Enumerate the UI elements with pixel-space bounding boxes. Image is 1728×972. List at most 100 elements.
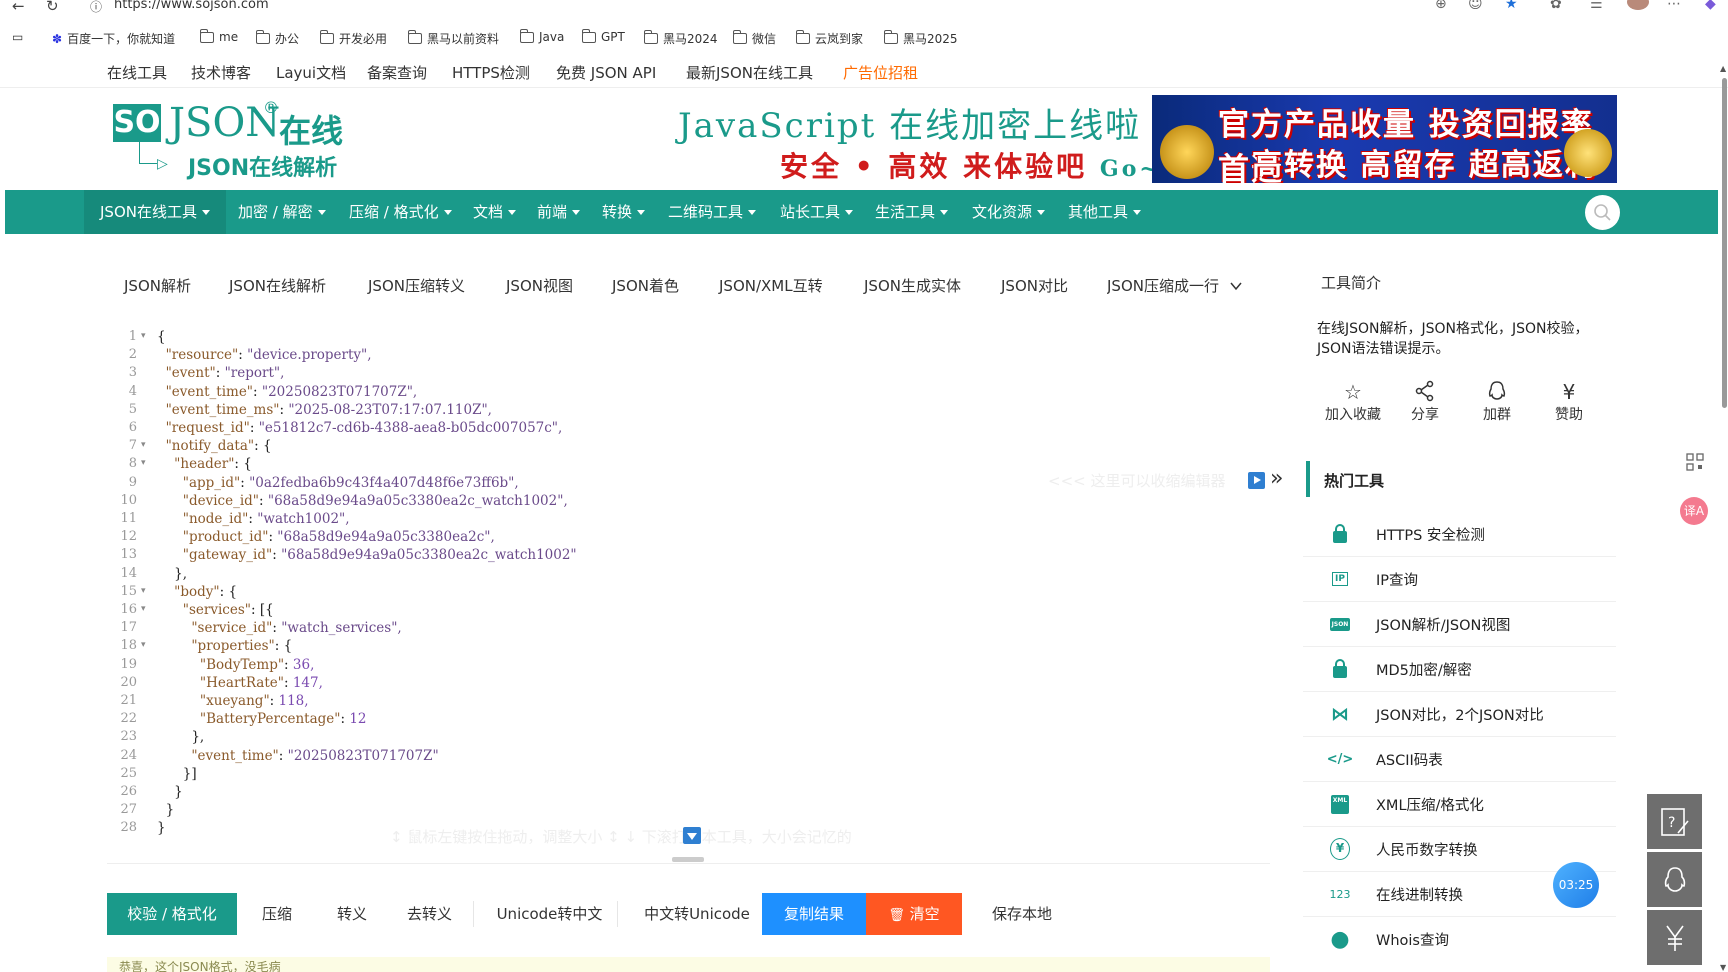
code-line[interactable]: }] xyxy=(157,765,197,783)
code-line[interactable]: "gateway_id": "68a58d9e94a9a05c3380ea2c_… xyxy=(157,546,577,564)
tab-json-color[interactable]: JSON着色 xyxy=(612,275,679,296)
nav-convert[interactable]: 转换 xyxy=(602,190,646,234)
fold-toggle-icon[interactable]: ▾ xyxy=(141,604,146,614)
reading-list-icon[interactable]: ▭ xyxy=(12,30,23,44)
hot-tool-json-diff[interactable]: ⋈ JSON对比，2个JSON对比 xyxy=(1303,692,1616,737)
scroll-up-icon[interactable]: ▲ xyxy=(1720,64,1726,73)
code-line[interactable]: "BatteryPercentage": 12 xyxy=(157,710,367,728)
timer-badge[interactable]: 03:25 xyxy=(1553,862,1599,908)
slogan-line2[interactable]: 安全 • 高效 来体验吧 Go~ xyxy=(780,145,1161,185)
nav-webmaster[interactable]: 站长工具 xyxy=(780,190,854,234)
code-line[interactable]: "device_id": "68a58d9e94a9a05c3380ea2c_w… xyxy=(157,492,568,510)
bookmark-wechat[interactable]: 微信 xyxy=(733,30,776,47)
copy-result-button[interactable]: 复制结果 xyxy=(762,893,866,935)
bookmark-gpt[interactable]: GPT xyxy=(582,28,625,44)
qq-float-button[interactable] xyxy=(1647,852,1702,907)
bookmark-yunlan[interactable]: 云岚到家 xyxy=(796,30,863,47)
more-menu-icon[interactable]: ⋯ xyxy=(1667,0,1681,12)
hot-tool-ip[interactable]: IP IP查询 xyxy=(1303,557,1616,602)
code-line[interactable]: "app_id": "0a2fedba6b9c43f4a407d48f6e73f… xyxy=(157,474,519,492)
hot-tool-ascii[interactable]: </> ASCII码表 xyxy=(1303,737,1616,782)
top-link-new-json[interactable]: 最新JSON在线工具 xyxy=(686,62,813,83)
collections-icon[interactable]: ☰ xyxy=(1590,0,1603,12)
sponsor-button[interactable]: ¥ 赞助 xyxy=(1534,380,1604,424)
nav-other[interactable]: 其他工具 xyxy=(1068,190,1142,234)
scroll-down-icon[interactable]: ▼ xyxy=(1720,963,1726,972)
compress-button[interactable]: 压缩 xyxy=(247,893,307,935)
nav-docs[interactable]: 文档 xyxy=(473,190,517,234)
json-editor[interactable]: 1 ▾ {2 "resource": "device.property", 3 "ev… xyxy=(107,328,1270,864)
nav-compress[interactable]: 压缩 / 格式化 xyxy=(349,190,452,234)
code-line[interactable]: "body": { xyxy=(157,583,237,601)
code-line[interactable]: } xyxy=(157,783,183,801)
bookmark-dev[interactable]: 开发必用 xyxy=(320,30,387,47)
zoom-icon[interactable]: ⊕ xyxy=(1435,0,1447,12)
code-line[interactable]: } xyxy=(157,801,175,819)
unicode-to-chinese-button[interactable]: Unicode转中文 xyxy=(482,893,617,935)
code-line[interactable]: "event_time_ms": "2025-08-23T07:17:07.11… xyxy=(157,401,492,419)
fold-toggle-icon[interactable]: ▾ xyxy=(141,440,146,450)
hot-tool-whois[interactable]: ● Whois查询 xyxy=(1303,917,1616,962)
unescape-button[interactable]: 去转义 xyxy=(392,893,467,935)
tab-json-online-parse[interactable]: JSON在线解析 xyxy=(229,275,326,296)
sponsor-float-button[interactable] xyxy=(1647,910,1702,965)
code-line[interactable]: "notify_data": { xyxy=(157,437,272,455)
hot-tool-md5[interactable]: MD5加密/解密 xyxy=(1303,647,1616,692)
tab-json-view[interactable]: JSON视图 xyxy=(506,275,573,296)
top-link-beian[interactable]: 备案查询 xyxy=(367,62,427,83)
ad-banner[interactable]: 官方产品收量 投资回报率首选 高转换 高留存 超高返利 xyxy=(1152,95,1617,183)
code-line[interactable]: "resource": "device.property", xyxy=(157,346,372,364)
tab-json-one-line[interactable]: JSON压缩成一行 xyxy=(1107,275,1222,296)
hot-tool-xml[interactable]: XML XML压缩/格式化 xyxy=(1303,782,1616,827)
tab-json-diff[interactable]: JSON对比 xyxy=(1001,275,1068,296)
page-scrollbar[interactable]: ▲ ▼ xyxy=(1720,64,1728,972)
code-line[interactable]: "service_id": "watch_services", xyxy=(157,619,401,637)
nav-encrypt[interactable]: 加密 / 解密 xyxy=(238,190,326,234)
nav-json-tools[interactable]: JSON在线工具 xyxy=(84,190,226,234)
bookmark-heima2024[interactable]: 黑马2024 xyxy=(644,30,718,47)
nav-qrcode[interactable]: 二维码工具 xyxy=(668,190,757,234)
fold-toggle-icon[interactable]: ▾ xyxy=(141,331,146,341)
code-line[interactable]: "request_id": "e51812c7-cd6b-4388-aea8-b… xyxy=(157,419,563,437)
bookmark-office[interactable]: 办公 xyxy=(256,30,299,47)
nav-life[interactable]: 生活工具 xyxy=(875,190,949,234)
site-info-icon[interactable]: ⓘ xyxy=(90,0,102,15)
code-line[interactable]: } xyxy=(157,819,166,837)
tab-json-xml[interactable]: JSON/XML互转 xyxy=(719,275,823,296)
slogan-line1[interactable]: JavaScript 在线加密上线啦 xyxy=(678,98,1141,147)
favorite-star-icon[interactable]: ★ xyxy=(1505,0,1518,12)
qrcode-icon[interactable] xyxy=(1686,453,1704,471)
validate-format-button[interactable]: 校验 / 格式化 xyxy=(107,893,237,935)
code-line[interactable]: "event_time": "20250823T071707Z", xyxy=(157,383,418,401)
editor-resize-handle[interactable] xyxy=(672,857,704,862)
bookmark-heima2025[interactable]: 黑马2025 xyxy=(884,30,958,47)
escape-button[interactable]: 转义 xyxy=(322,893,382,935)
code-line[interactable]: "services": [{ xyxy=(157,601,274,619)
code-line[interactable]: }, xyxy=(157,565,187,583)
play-icon[interactable] xyxy=(1248,472,1265,489)
scrollbar-thumb[interactable] xyxy=(1722,78,1727,408)
bookmark-me[interactable]: me xyxy=(200,28,238,44)
bookmark-java[interactable]: Java xyxy=(520,28,564,44)
code-line[interactable]: "event": "report", xyxy=(157,364,285,382)
code-line[interactable]: "HeartRate": 147, xyxy=(157,674,323,692)
add-favorite-button[interactable]: ☆ 加入收藏 xyxy=(1318,380,1388,424)
arrow-down-icon[interactable] xyxy=(683,827,701,844)
code-line[interactable]: "header": { xyxy=(157,455,252,473)
nav-frontend[interactable]: 前端 xyxy=(537,190,581,234)
top-link-layui[interactable]: Layui文档 xyxy=(276,62,346,83)
feedback-float-button[interactable]: ? xyxy=(1647,794,1702,849)
tab-json-entity[interactable]: JSON生成实体 xyxy=(864,275,961,296)
reload-icon[interactable]: ↻ xyxy=(46,0,59,15)
nav-culture[interactable]: 文化资源 xyxy=(972,190,1046,234)
code-line[interactable]: "product_id": "68a58d9e94a9a05c3380ea2c"… xyxy=(157,528,495,546)
code-line[interactable]: "event_time": "20250823T071707Z" xyxy=(157,747,438,765)
code-line[interactable]: "BodyTemp": 36, xyxy=(157,656,314,674)
fold-toggle-icon[interactable]: ▾ xyxy=(141,458,146,468)
tab-json-parse[interactable]: JSON解析 xyxy=(124,275,191,296)
code-line[interactable]: }, xyxy=(157,728,204,746)
fold-toggle-icon[interactable]: ▾ xyxy=(141,640,146,650)
extensions-icon[interactable]: ✿ xyxy=(1550,0,1562,12)
chinese-to-unicode-button[interactable]: 中文转Unicode xyxy=(627,893,767,935)
top-link-ad[interactable]: 广告位招租 xyxy=(843,62,918,83)
